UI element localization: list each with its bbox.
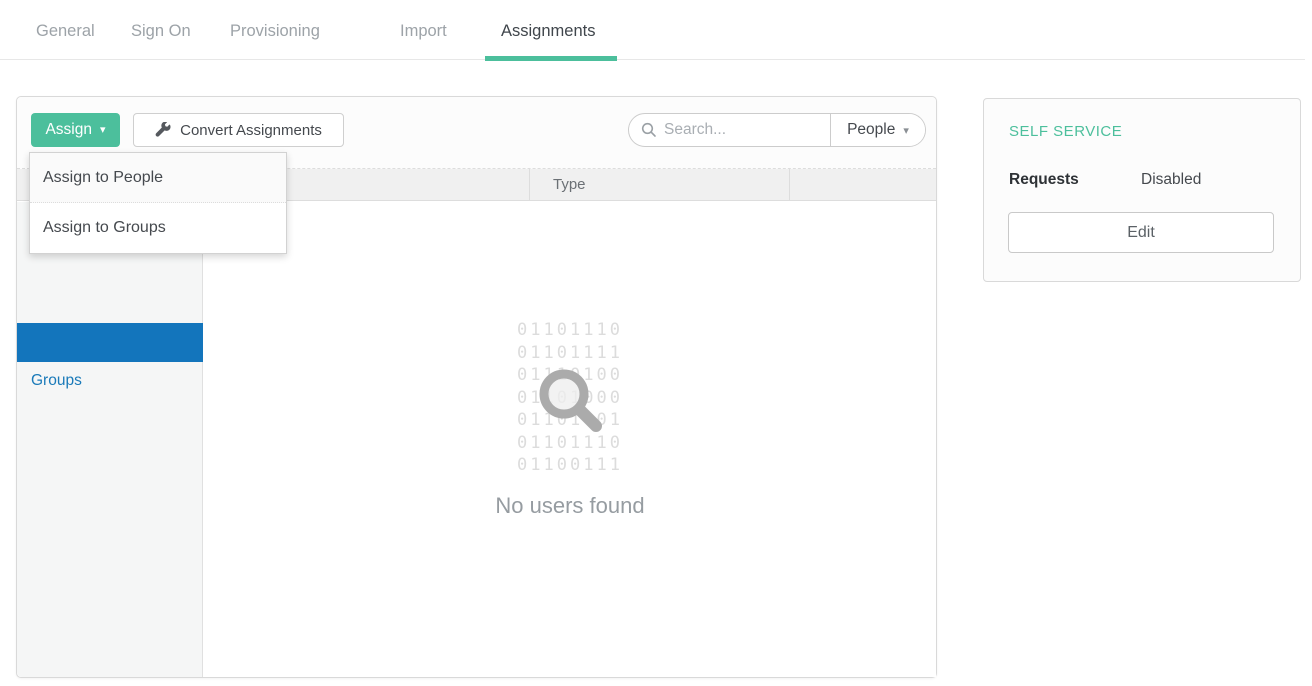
search-input[interactable] [664, 121, 824, 139]
tab-import[interactable]: Import [400, 22, 447, 41]
sidebar-item-people-selected[interactable] [17, 323, 203, 362]
tab-assignments[interactable]: Assignments [501, 22, 595, 41]
app-assignments-page: General Sign On Provisioning Import Assi… [0, 0, 1312, 686]
self-service-panel: SELF SERVICE Requests Disabled Edit [983, 98, 1301, 282]
column-divider [789, 169, 790, 201]
tab-general[interactable]: General [36, 22, 95, 41]
tab-provisioning[interactable]: Provisioning [230, 22, 320, 41]
search-icon [641, 122, 657, 138]
edit-button[interactable]: Edit [1008, 212, 1274, 253]
tab-sign-on[interactable]: Sign On [131, 22, 191, 41]
search-box [629, 114, 830, 146]
assign-dropdown-menu: Assign to People Assign to Groups [29, 152, 287, 254]
column-header-type: Type [553, 169, 586, 201]
convert-assignments-button[interactable]: Convert Assignments [133, 113, 344, 147]
assign-button[interactable]: Assign ▾ [31, 113, 120, 147]
self-service-title: SELF SERVICE [1009, 123, 1122, 140]
empty-state-message: No users found [204, 493, 936, 519]
chevron-down-icon: ▾ [100, 125, 106, 136]
wrench-icon [155, 122, 171, 138]
menu-item-assign-to-people[interactable]: Assign to People [30, 153, 286, 203]
assignment-filter-nav: Groups [17, 202, 203, 677]
empty-state: 01101110 01101111 01110100 01101000 0110… [204, 202, 936, 677]
chevron-down-icon: ▾ [903, 124, 909, 137]
requests-label: Requests [1009, 171, 1079, 189]
active-tab-underline [485, 56, 617, 61]
search-pill: People ▾ [628, 113, 926, 147]
binary-line: 01101110 [204, 319, 936, 342]
assignments-body: Groups 01101110 01101111 01110100 011010… [17, 202, 936, 677]
search-scope-select[interactable]: People ▾ [830, 114, 925, 146]
assign-button-label: Assign [45, 121, 92, 139]
tab-bar-divider [0, 59, 1305, 60]
column-divider [529, 169, 530, 201]
binary-line: 01100111 [204, 454, 936, 477]
search-scope-value: People [847, 121, 895, 139]
sidebar-item-groups[interactable]: Groups [17, 362, 203, 400]
magnifier-icon [524, 354, 620, 455]
requests-status-value: Disabled [1141, 171, 1201, 189]
convert-assignments-label: Convert Assignments [180, 122, 322, 139]
menu-item-assign-to-groups[interactable]: Assign to Groups [30, 203, 286, 253]
